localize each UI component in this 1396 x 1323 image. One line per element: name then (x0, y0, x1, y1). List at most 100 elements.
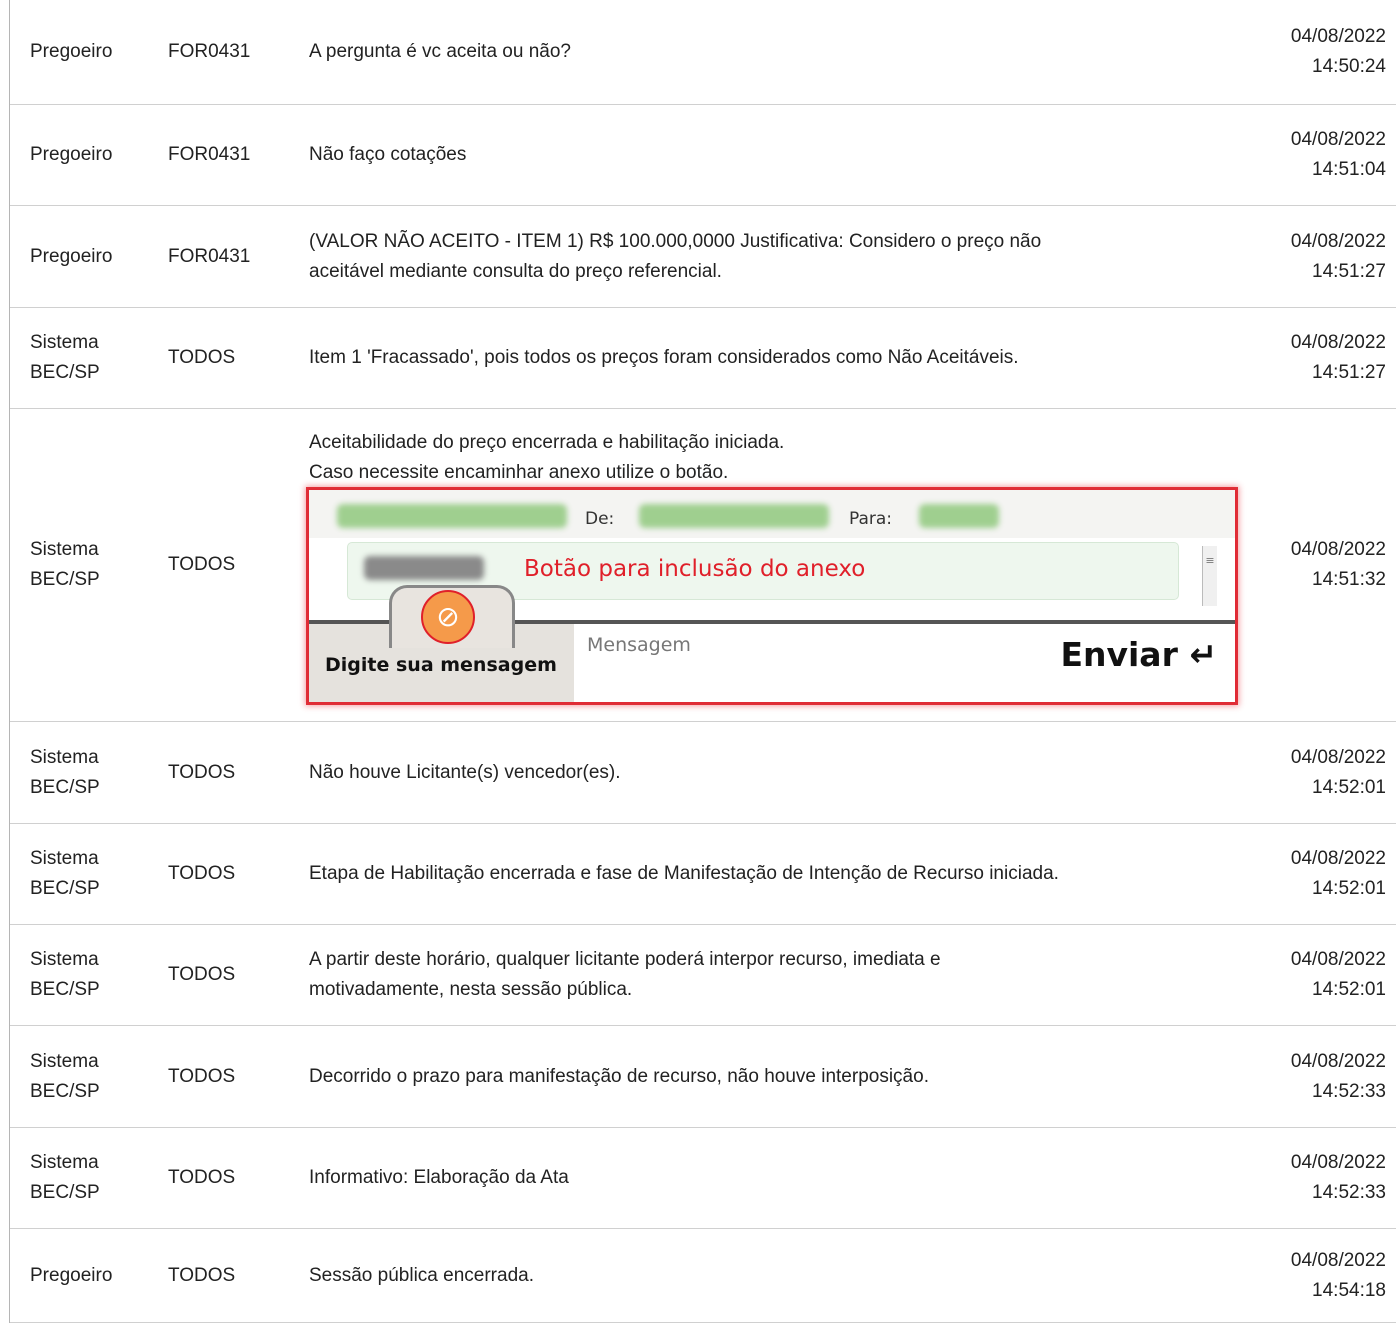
message-cell: Não faço cotações (309, 105, 1239, 205)
date-text: 04/08/2022 (1290, 1152, 1386, 1173)
timestamp-cell: 04/08/2022 14:52:01 (1246, 925, 1386, 1025)
recipient-cell: FOR0431 (168, 0, 288, 104)
message-row: Pregoeiro FOR0431 A pergunta é vc aceita o… (10, 0, 1396, 105)
sender-cell: Sistema BEC/SP (30, 722, 145, 823)
date-text: 04/08/2022 (1290, 1249, 1386, 1271)
message-log: Pregoeiro FOR0431 A pergunta é vc aceita o… (10, 0, 1396, 1323)
sender-cell: Sistema BEC/SP (30, 1026, 145, 1127)
sender-text: BEC/SP (30, 1182, 100, 1203)
sender-cell: Sistema BEC/SP (30, 1128, 145, 1228)
timestamp-cell: 04/08/2022 14:51:27 (1246, 308, 1386, 408)
date-text: 04/08/2022 (1290, 26, 1386, 47)
message-cell: Aceitabilidade do preço encerrada e habi… (309, 409, 1239, 721)
time-text: 14:52:01 (1312, 776, 1386, 798)
recipient-cell: FOR0431 (168, 206, 288, 307)
blurred-timestamp (337, 504, 567, 528)
recipient-cell: TODOS (168, 1229, 288, 1322)
message-row: Pregoeiro FOR0431 Não faço cotações 04/08/2… (10, 105, 1396, 206)
date-text: 04/08/2022 (1290, 332, 1386, 353)
message-text: Item 1 'Fracassado', pois todos os preço… (309, 347, 1019, 368)
time-text: 14:52:33 (1312, 1182, 1386, 1203)
sender-text: Pregoeiro (30, 245, 113, 267)
blurred-sender (639, 504, 829, 528)
message-cell: Informativo: Elaboração da Ata (309, 1128, 1239, 1228)
sender-cell: Pregoeiro (30, 206, 145, 307)
sender-text: Sistema (30, 949, 99, 970)
timestamp-cell: 04/08/2022 14:52:01 (1246, 722, 1386, 823)
date-text: 04/08/2022 (1290, 539, 1386, 560)
date-text: 04/08/2022 (1290, 1050, 1386, 1072)
sender-text: Pregoeiro (30, 144, 113, 165)
date-text: 04/08/2022 (1290, 230, 1386, 252)
message-row: Sistema BEC/SP TODOS Decorrido o prazo para… (10, 1026, 1396, 1128)
time-text: 14:52:01 (1312, 979, 1386, 1000)
sender-cell: Sistema BEC/SP (30, 925, 145, 1025)
time-text: 14:52:01 (1312, 878, 1386, 899)
message-text: Decorrido o prazo para manifestação de r… (309, 1065, 929, 1087)
sender-text: BEC/SP (30, 1080, 100, 1102)
sender-cell: Pregoeiro (30, 0, 145, 104)
message-row: Sistema BEC/SP TODOS Item 1 'Fracassado', p… (10, 308, 1396, 409)
message-placeholder: Mensagem (587, 634, 691, 656)
sender-cell: Pregoeiro (30, 1229, 145, 1322)
date-text: 04/08/2022 (1290, 949, 1386, 970)
message-text: (VALOR NÃO ACEITO - ITEM 1) R$ 100.000,0… (309, 230, 1042, 252)
date-text: 04/08/2022 (1290, 129, 1386, 150)
recipient-cell: TODOS (168, 925, 288, 1025)
scrollbar: ≡ (1202, 546, 1217, 606)
sender-text: Pregoeiro (30, 41, 113, 62)
sender-text: Sistema (30, 1152, 99, 1173)
timestamp-cell: 04/08/2022 14:51:27 (1246, 206, 1386, 307)
recipient-text: FOR0431 (168, 245, 251, 267)
message-text: aceitável mediante consulta do preço ref… (309, 260, 722, 282)
recipient-cell: TODOS (168, 409, 288, 721)
sender-cell: Pregoeiro (30, 105, 145, 205)
message-cell: (VALOR NÃO ACEITO - ITEM 1) R$ 100.000,0… (309, 206, 1239, 307)
message-cell: Item 1 'Fracassado', pois todos os preço… (309, 308, 1239, 408)
sender-text: BEC/SP (30, 979, 100, 1000)
timestamp-cell: 04/08/2022 14:52:33 (1246, 1026, 1386, 1127)
message-text: motivadamente, nesta sessão pública. (309, 979, 633, 1000)
date-text: 04/08/2022 (1290, 746, 1386, 768)
timestamp-cell: 04/08/2022 14:52:01 (1246, 824, 1386, 924)
sender-text: Sistema (30, 746, 99, 768)
sender-text: Pregoeiro (30, 1264, 113, 1286)
recipient-text: TODOS (168, 761, 236, 783)
timestamp-cell: 04/08/2022 14:51:04 (1246, 105, 1386, 205)
message-row: Sistema BEC/SP TODOS Não houve Licitante(s)… (10, 722, 1396, 824)
date-text: 04/08/2022 (1290, 848, 1386, 869)
sender-text: BEC/SP (30, 362, 100, 383)
timestamp-cell: 04/08/2022 14:51:32 (1246, 409, 1386, 721)
recipient-text: TODOS (168, 347, 236, 368)
message-row: Sistema BEC/SP TODOS Etapa de Habilitação e… (10, 824, 1396, 925)
message-row: Sistema BEC/SP TODOS A partir deste horário… (10, 925, 1396, 1026)
blurred-recipient (919, 504, 999, 528)
message-row: Pregoeiro FOR0431 (VALOR NÃO ACEITO - ITEM… (10, 206, 1396, 308)
message-cell: Etapa de Habilitação encerrada e fase de… (309, 824, 1239, 924)
recipient-cell: TODOS (168, 1128, 288, 1228)
sender-text: BEC/SP (30, 569, 100, 590)
time-text: 14:51:32 (1312, 569, 1386, 590)
recipient-cell: FOR0431 (168, 105, 288, 205)
recipient-cell: TODOS (168, 1026, 288, 1127)
recipient-text: TODOS (168, 964, 236, 985)
recipient-text: TODOS (168, 1065, 236, 1087)
to-label: Para: (849, 509, 893, 529)
send-label: Enviar ↵ (1060, 635, 1217, 674)
recipient-cell: TODOS (168, 722, 288, 823)
sender-cell: Sistema BEC/SP (30, 409, 145, 721)
message-cell: Sessão pública encerrada. (309, 1229, 1239, 1322)
recipient-cell: TODOS (168, 824, 288, 924)
time-text: 14:51:27 (1312, 362, 1386, 383)
attachment-annotation: Botão para inclusão do anexo (524, 556, 866, 582)
message-row: Sistema BEC/SP TODOS Aceitabilidade do preç… (10, 409, 1396, 722)
time-text: 14:50:24 (1312, 56, 1386, 77)
attachment-help-image: De: Para: ≡ Botão para inclusão do anexo… (309, 490, 1235, 702)
timestamp-cell: 04/08/2022 14:50:24 (1246, 0, 1386, 104)
recipient-text: TODOS (168, 1264, 236, 1286)
message-text: Sessão pública encerrada. (309, 1264, 534, 1286)
message-text: Aceitabilidade do preço encerrada e habi… (309, 432, 785, 453)
sender-text: Sistema (30, 539, 99, 560)
message-cell: Decorrido o prazo para manifestação de r… (309, 1026, 1239, 1127)
recipient-text: TODOS (168, 1167, 236, 1188)
